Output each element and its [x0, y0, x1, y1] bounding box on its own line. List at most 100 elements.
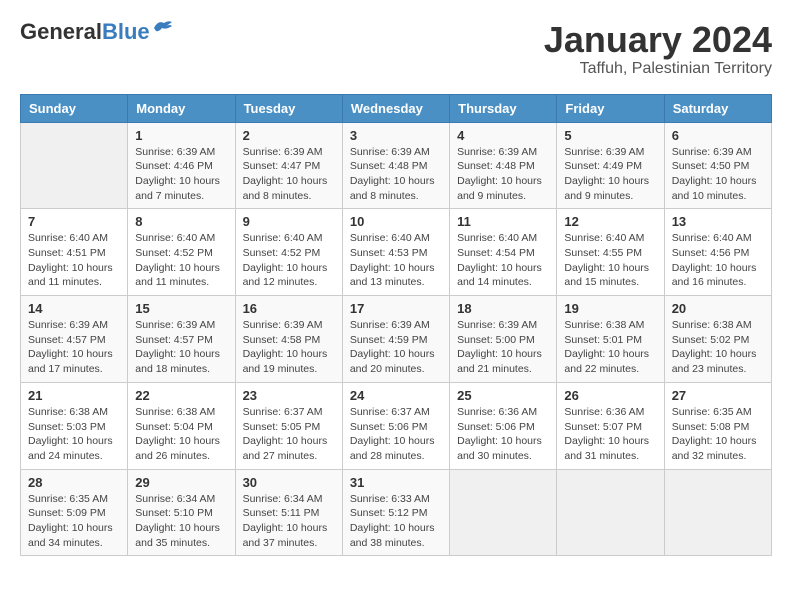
calendar-cell: 2Sunrise: 6:39 AMSunset: 4:47 PMDaylight…	[235, 122, 342, 209]
day-info: Sunrise: 6:39 AMSunset: 4:46 PMDaylight:…	[135, 145, 227, 204]
day-number: 6	[672, 128, 764, 143]
week-row-5: 28Sunrise: 6:35 AMSunset: 5:09 PMDayligh…	[21, 469, 772, 556]
day-number: 9	[243, 214, 335, 229]
day-number: 16	[243, 301, 335, 316]
calendar-cell: 26 Sunrise: 6:36 AMSunset: 5:07 PMDayligh…	[557, 382, 664, 469]
day-info: Sunrise: 6:40 AMSunset: 4:52 PMDaylight:…	[135, 231, 227, 290]
day-info: Sunrise: 6:38 AMSunset: 5:02 PMDaylight:…	[672, 318, 764, 377]
day-number: 11	[457, 214, 549, 229]
calendar-cell: 14Sunrise: 6:39 AMSunset: 4:57 PMDayligh…	[21, 296, 128, 383]
day-number: 19	[564, 301, 656, 316]
calendar-cell: 24 Sunrise: 6:37 AMSunset: 5:06 PMDayligh…	[342, 382, 449, 469]
calendar-cell: 6 Sunrise: 6:39 AMSunset: 4:50 PMDaylight…	[664, 122, 771, 209]
logo-blue: Blue	[102, 19, 150, 44]
calendar-cell	[664, 469, 771, 556]
day-number: 5	[564, 128, 656, 143]
calendar-cell: 29Sunrise: 6:34 AMSunset: 5:10 PMDayligh…	[128, 469, 235, 556]
day-number: 8	[135, 214, 227, 229]
day-number: 3	[350, 128, 442, 143]
day-number: 13	[672, 214, 764, 229]
day-info: Sunrise: 6:37 AMSunset: 5:06 PMDaylight:…	[350, 405, 442, 464]
day-number: 22	[135, 388, 227, 403]
calendar-cell: 21 Sunrise: 6:38 AMSunset: 5:03 PMDayligh…	[21, 382, 128, 469]
week-row-1: 1 Sunrise: 6:39 AMSunset: 4:46 PMDaylight…	[21, 122, 772, 209]
day-number: 10	[350, 214, 442, 229]
calendar-cell: 16 Sunrise: 6:39 AMSunset: 4:58 PMDayligh…	[235, 296, 342, 383]
calendar-cell: 8 Sunrise: 6:40 AMSunset: 4:52 PMDaylight…	[128, 209, 235, 296]
calendar-cell: 1 Sunrise: 6:39 AMSunset: 4:46 PMDaylight…	[128, 122, 235, 209]
page-header: GeneralBlue January 2024 Taffuh, Palesti…	[20, 20, 772, 78]
day-number: 17	[350, 301, 442, 316]
day-info: Sunrise: 6:38 AMSunset: 5:04 PMDaylight:…	[135, 405, 227, 464]
day-number: 1	[135, 128, 227, 143]
calendar-cell: 4Sunrise: 6:39 AMSunset: 4:48 PMDaylight…	[450, 122, 557, 209]
logo-text: GeneralBlue	[20, 20, 150, 44]
day-info: Sunrise: 6:40 AMSunset: 4:55 PMDaylight:…	[564, 231, 656, 290]
weekday-header-sunday: Sunday	[21, 94, 128, 122]
calendar-cell: 13 Sunrise: 6:40 AMSunset: 4:56 PMDayligh…	[664, 209, 771, 296]
calendar-cell	[450, 469, 557, 556]
day-number: 27	[672, 388, 764, 403]
day-info: Sunrise: 6:37 AMSunset: 5:05 PMDaylight:…	[243, 405, 335, 464]
calendar-cell: 11 Sunrise: 6:40 AMSunset: 4:54 PMDayligh…	[450, 209, 557, 296]
day-info: Sunrise: 6:39 AMSunset: 5:00 PMDaylight:…	[457, 318, 549, 377]
calendar-cell: 18 Sunrise: 6:39 AMSunset: 5:00 PMDayligh…	[450, 296, 557, 383]
day-number: 30	[243, 475, 335, 490]
bird-icon	[152, 18, 174, 36]
calendar-cell: 3 Sunrise: 6:39 AMSunset: 4:48 PMDaylight…	[342, 122, 449, 209]
calendar-cell: 15 Sunrise: 6:39 AMSunset: 4:57 PMDayligh…	[128, 296, 235, 383]
calendar-cell: 17Sunrise: 6:39 AMSunset: 4:59 PMDayligh…	[342, 296, 449, 383]
day-info: Sunrise: 6:39 AMSunset: 4:58 PMDaylight:…	[243, 318, 335, 377]
day-number: 15	[135, 301, 227, 316]
calendar-cell: 22 Sunrise: 6:38 AMSunset: 5:04 PMDayligh…	[128, 382, 235, 469]
calendar-cell: 5 Sunrise: 6:39 AMSunset: 4:49 PMDaylight…	[557, 122, 664, 209]
calendar-cell: 30Sunrise: 6:34 AMSunset: 5:11 PMDayligh…	[235, 469, 342, 556]
calendar-table: SundayMondayTuesdayWednesdayThursdayFrid…	[20, 94, 772, 557]
location-title: Taffuh, Palestinian Territory	[544, 60, 772, 78]
logo-general: General	[20, 19, 102, 44]
calendar-cell: 28Sunrise: 6:35 AMSunset: 5:09 PMDayligh…	[21, 469, 128, 556]
day-info: Sunrise: 6:39 AMSunset: 4:49 PMDaylight:…	[564, 145, 656, 204]
day-number: 26	[564, 388, 656, 403]
day-number: 25	[457, 388, 549, 403]
weekday-header-thursday: Thursday	[450, 94, 557, 122]
calendar-cell: 27Sunrise: 6:35 AMSunset: 5:08 PMDayligh…	[664, 382, 771, 469]
day-number: 4	[457, 128, 549, 143]
weekday-header-row: SundayMondayTuesdayWednesdayThursdayFrid…	[21, 94, 772, 122]
weekday-header-monday: Monday	[128, 94, 235, 122]
week-row-2: 7Sunrise: 6:40 AMSunset: 4:51 PMDaylight…	[21, 209, 772, 296]
day-number: 24	[350, 388, 442, 403]
calendar-cell	[21, 122, 128, 209]
month-title: January 2024	[544, 20, 772, 60]
day-number: 31	[350, 475, 442, 490]
calendar-cell: 10 Sunrise: 6:40 AMSunset: 4:53 PMDayligh…	[342, 209, 449, 296]
weekday-header-wednesday: Wednesday	[342, 94, 449, 122]
calendar-cell	[557, 469, 664, 556]
calendar-cell: 20Sunrise: 6:38 AMSunset: 5:02 PMDayligh…	[664, 296, 771, 383]
day-info: Sunrise: 6:40 AMSunset: 4:56 PMDaylight:…	[672, 231, 764, 290]
logo: GeneralBlue	[20, 20, 174, 44]
day-info: Sunrise: 6:40 AMSunset: 4:54 PMDaylight:…	[457, 231, 549, 290]
day-info: Sunrise: 6:40 AMSunset: 4:53 PMDaylight:…	[350, 231, 442, 290]
day-number: 7	[28, 214, 120, 229]
day-info: Sunrise: 6:33 AMSunset: 5:12 PMDaylight:…	[350, 492, 442, 551]
calendar-cell: 31 Sunrise: 6:33 AMSunset: 5:12 PMDayligh…	[342, 469, 449, 556]
day-info: Sunrise: 6:39 AMSunset: 4:48 PMDaylight:…	[350, 145, 442, 204]
day-info: Sunrise: 6:38 AMSunset: 5:03 PMDaylight:…	[28, 405, 120, 464]
day-info: Sunrise: 6:35 AMSunset: 5:09 PMDaylight:…	[28, 492, 120, 551]
day-number: 21	[28, 388, 120, 403]
day-number: 14	[28, 301, 120, 316]
calendar-cell: 12 Sunrise: 6:40 AMSunset: 4:55 PMDayligh…	[557, 209, 664, 296]
week-row-4: 21 Sunrise: 6:38 AMSunset: 5:03 PMDayligh…	[21, 382, 772, 469]
weekday-header-tuesday: Tuesday	[235, 94, 342, 122]
weekday-header-saturday: Saturday	[664, 94, 771, 122]
day-number: 18	[457, 301, 549, 316]
calendar-cell: 9Sunrise: 6:40 AMSunset: 4:52 PMDaylight…	[235, 209, 342, 296]
calendar-cell: 7Sunrise: 6:40 AMSunset: 4:51 PMDaylight…	[21, 209, 128, 296]
day-info: Sunrise: 6:39 AMSunset: 4:50 PMDaylight:…	[672, 145, 764, 204]
week-row-3: 14 Sunrise: 6:39 AMSunset: 4:57 PMDayligh…	[21, 296, 772, 383]
day-info: Sunrise: 6:39 AMSunset: 4:57 PMDaylight:…	[135, 318, 227, 377]
title-block: January 2024 Taffuh, Palestinian Territo…	[544, 20, 772, 78]
day-number: 12	[564, 214, 656, 229]
day-info: Sunrise: 6:36 AMSunset: 5:07 PMDaylight:…	[564, 405, 656, 464]
